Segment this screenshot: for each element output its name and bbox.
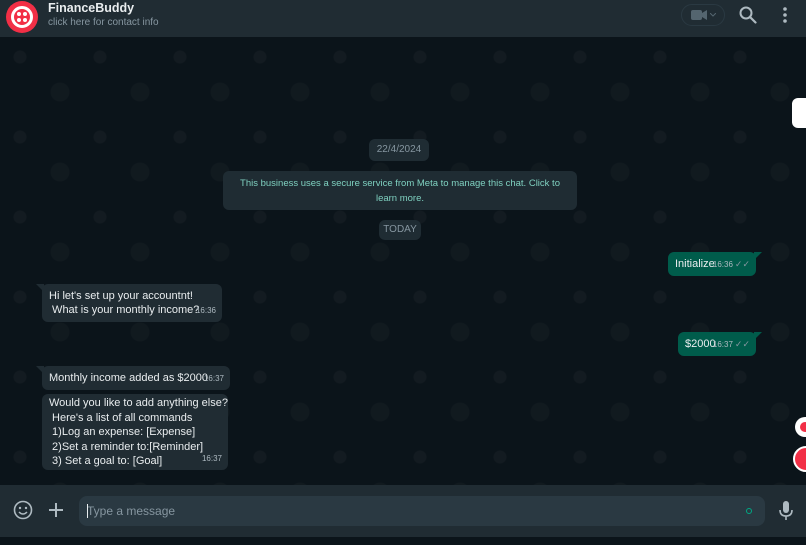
twilio-widget-icon[interactable]: [793, 446, 806, 472]
message-bubble-outgoing[interactable]: Initialize 16:36 ✓✓: [668, 252, 762, 276]
message-time: 16:36: [712, 260, 733, 269]
text-caret: [87, 504, 88, 518]
plus-icon[interactable]: [46, 500, 66, 520]
contact-avatar[interactable]: [6, 1, 38, 33]
search-icon[interactable]: [739, 6, 757, 24]
today-divider: TODAY: [379, 220, 421, 240]
side-panel-tab[interactable]: [792, 98, 806, 128]
message-text: Here's a list of all commands: [49, 411, 193, 424]
message-list[interactable]: 22/4/2024 This business uses a secure se…: [0, 37, 806, 485]
message-input[interactable]: [87, 496, 737, 526]
message-composer: [0, 485, 806, 537]
contact-name[interactable]: FinanceBuddy: [48, 1, 134, 15]
twilio-logo-icon: [11, 6, 33, 28]
message-text: 3) Set a goal to: [Goal]: [49, 455, 163, 467]
message-text: Monthly income added as $2000: [49, 372, 208, 384]
message-bubble-incoming[interactable]: Would you like to add anything else? Her…: [42, 394, 228, 470]
message-input-wrapper[interactable]: [79, 496, 765, 526]
message-text: Hi let's set up your accountnt!: [49, 290, 193, 302]
kebab-menu-icon[interactable]: [777, 6, 793, 24]
message-time: 16:37: [203, 374, 224, 383]
date-divider: 22/4/2024: [369, 139, 429, 161]
microphone-icon[interactable]: [778, 500, 794, 522]
message-text: Initialize: [675, 258, 715, 270]
video-camera-icon: [690, 10, 707, 20]
extension-badge-icon[interactable]: [795, 417, 806, 437]
message-text: Would you like to add anything else?: [49, 397, 228, 409]
window-bottom-edge: [0, 537, 806, 545]
message-text: 2)Set a reminder to:[Reminder]: [49, 440, 204, 453]
encryption-notice[interactable]: This business uses a secure service from…: [223, 171, 577, 210]
contact-info-link[interactable]: click here for contact info: [48, 17, 159, 28]
double-check-icon: ✓✓: [734, 259, 750, 269]
message-text: $2000: [685, 338, 716, 350]
emoji-icon[interactable]: [13, 500, 33, 520]
message-text: What is your monthly income?: [49, 304, 200, 316]
message-bubble-outgoing[interactable]: $2000 16:37 ✓✓: [678, 332, 762, 356]
chevron-down-icon: [709, 13, 716, 17]
video-call-button[interactable]: [681, 4, 725, 26]
message-time: 16:37: [201, 454, 222, 463]
status-dot-icon: [746, 508, 752, 514]
message-text: 1)Log an expense: [Expense]: [49, 426, 196, 438]
message-bubble-incoming[interactable]: Hi let's set up your accountnt! What is …: [36, 284, 222, 322]
message-bubble-incoming[interactable]: Monthly income added as $2000 16:37: [36, 366, 230, 390]
message-time: 16:36: [195, 306, 216, 315]
chat-header[interactable]: FinanceBuddy click here for contact info: [0, 0, 806, 37]
message-time: 16:37: [712, 340, 733, 349]
double-check-icon: ✓✓: [734, 339, 750, 349]
